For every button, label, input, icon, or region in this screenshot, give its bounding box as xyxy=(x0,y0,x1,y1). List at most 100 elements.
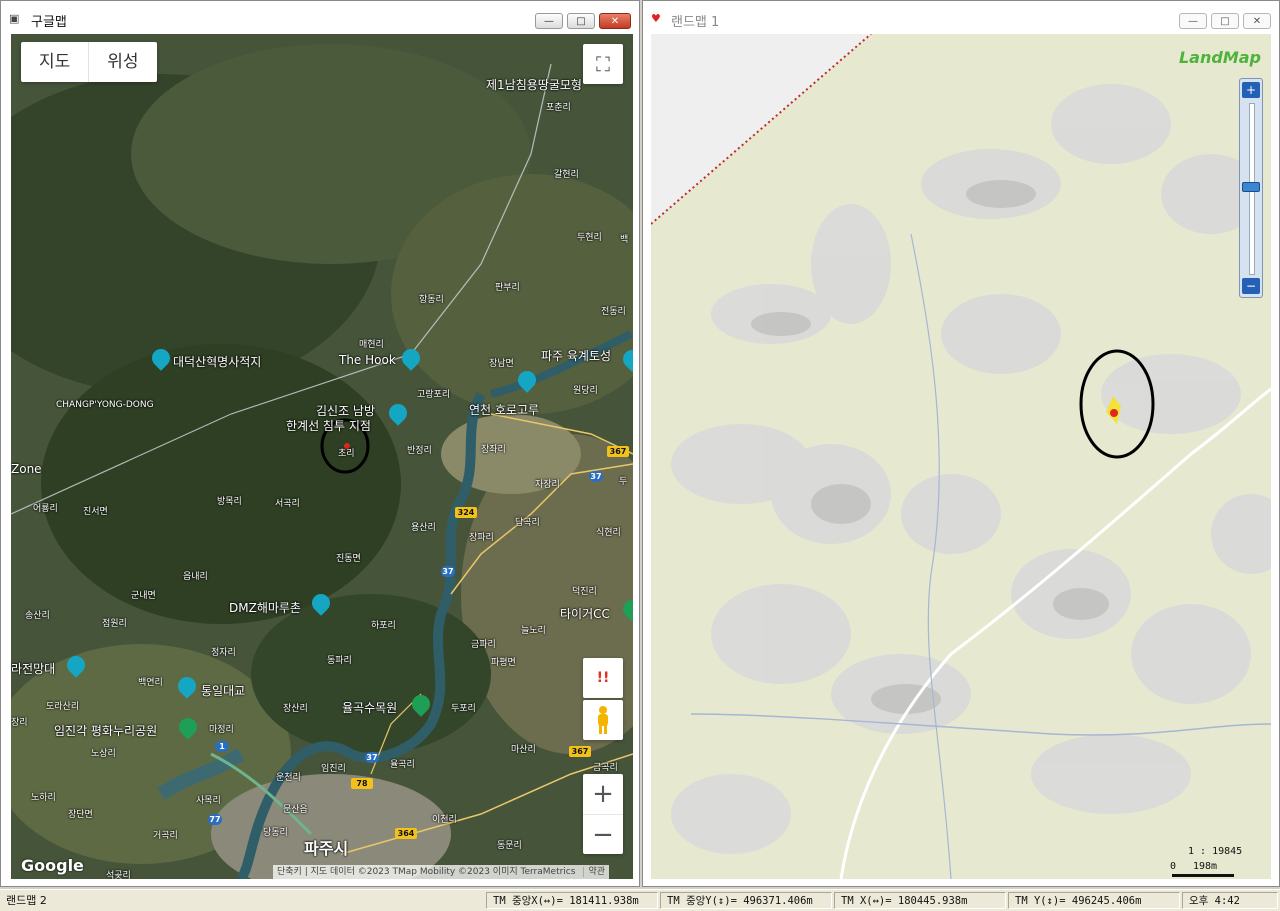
status-label: 랜드맵 2 xyxy=(6,894,47,907)
map-label[interactable]: 항동리 xyxy=(419,292,444,305)
map-label[interactable]: The Hook xyxy=(339,353,396,367)
maximize-button[interactable]: □ xyxy=(567,13,595,29)
maximize-button[interactable]: □ xyxy=(1211,13,1239,29)
zoom-slider[interactable]: + − xyxy=(1239,78,1263,298)
map-label[interactable]: 서곡리 xyxy=(275,496,300,509)
map-label[interactable]: 군내면 xyxy=(131,588,156,601)
map-label[interactable]: 초리 xyxy=(338,446,355,459)
map-label[interactable]: 점원리 xyxy=(102,616,127,629)
map-label[interactable]: 송산리 xyxy=(25,608,50,621)
close-button[interactable]: ✕ xyxy=(599,13,631,29)
zoom-out-button[interactable]: − xyxy=(583,814,623,855)
satellite-button[interactable]: 위성 xyxy=(88,42,156,82)
map-label[interactable]: 연천 호로고루 xyxy=(469,401,539,418)
satellite-map[interactable]: 제1남침용땅굴모형 포춘리 갈현리 두현리 백 판부리 항동리 전동리 매현리 … xyxy=(11,34,633,879)
map-label[interactable]: 동문리 xyxy=(497,838,522,851)
map-label[interactable]: Zone xyxy=(11,462,42,476)
map-label[interactable]: 백연리 xyxy=(138,675,163,688)
map-label[interactable]: 백 xyxy=(620,232,628,245)
map-label[interactable]: 자장리 xyxy=(535,477,560,490)
terrain-map[interactable]: LandMap + − 1 : 19845 0 198m xyxy=(651,34,1271,879)
map-label[interactable]: 갈현리 xyxy=(554,167,579,180)
map-label[interactable]: 율곡리 xyxy=(390,757,415,770)
map-label[interactable]: 식현리 xyxy=(596,525,621,538)
map-label[interactable]: 매현리 xyxy=(359,337,384,350)
map-label[interactable]: 고랑포리 xyxy=(417,387,450,400)
zoom-in-button[interactable]: + xyxy=(1242,82,1260,98)
zoom-out-button[interactable]: − xyxy=(1242,278,1260,294)
map-label[interactable]: 사목리 xyxy=(196,793,221,806)
tm-y: TM Y(↕)= 496245.406m xyxy=(1008,892,1180,909)
map-label[interactable]: 원당리 xyxy=(573,383,598,396)
map-label[interactable]: 덕진리 xyxy=(572,584,597,597)
alert-icon[interactable]: !! xyxy=(583,658,623,698)
map-label[interactable]: 거곡리 xyxy=(153,828,178,841)
zoom-in-button[interactable]: + xyxy=(583,774,623,814)
map-label[interactable]: 읍내리 xyxy=(183,569,208,582)
map-label[interactable]: 판부리 xyxy=(495,280,520,293)
map-label[interactable]: 장단면 xyxy=(68,807,93,820)
map-label[interactable]: 파주시 xyxy=(304,835,348,859)
terms-link[interactable]: 약관 xyxy=(583,867,605,877)
map-label[interactable]: 마산리 xyxy=(511,742,536,755)
window-title: 구글맵 xyxy=(31,15,67,30)
map-label[interactable]: 두포리 xyxy=(451,701,476,714)
map-label[interactable]: 파평면 xyxy=(491,655,516,668)
map-label[interactable]: 통일대교 xyxy=(201,682,245,699)
title-bar[interactable]: ▣ 구글맵 — □ ✕ xyxy=(1,1,639,35)
map-label[interactable]: 라전망대 xyxy=(11,660,55,677)
map-label[interactable]: 동파리 xyxy=(327,653,352,666)
scale-zero: 0 xyxy=(1170,861,1177,872)
zoom-control: + − xyxy=(583,774,623,854)
map-label[interactable]: CHANGP'YONG-DONG xyxy=(56,400,154,410)
map-label[interactable]: 노상리 xyxy=(91,746,116,759)
map-label[interactable]: 반정리 xyxy=(407,443,432,456)
map-label[interactable]: 금파리 xyxy=(471,637,496,650)
map-label[interactable]: 두현리 xyxy=(577,230,602,243)
map-label[interactable]: 율곡수목원 xyxy=(342,699,397,716)
map-label[interactable]: 문산읍 xyxy=(283,802,308,815)
map-label[interactable]: 답곡리 xyxy=(515,515,540,528)
map-button[interactable]: 지도 xyxy=(21,42,88,82)
zoom-thumb[interactable] xyxy=(1242,182,1260,192)
title-bar[interactable]: ♥ 랜드맵 1 — □ ✕ xyxy=(643,1,1279,35)
map-label[interactable]: 늘노리 xyxy=(521,623,546,636)
map-label[interactable]: 노하리 xyxy=(31,790,56,803)
map-label[interactable]: 어룡리 xyxy=(33,501,58,514)
map-label[interactable]: 장산리 xyxy=(283,701,308,714)
map-label[interactable]: 도라산리 xyxy=(46,699,79,712)
map-label[interactable]: 전동리 xyxy=(601,304,626,317)
map-label[interactable]: 정자리 xyxy=(211,645,236,658)
map-label[interactable]: 방목리 xyxy=(217,494,242,507)
minimize-button[interactable]: — xyxy=(1179,13,1207,29)
map-label[interactable]: 장남면 xyxy=(489,356,514,369)
map-label[interactable]: 임진리 xyxy=(321,761,346,774)
fullscreen-icon[interactable]: ⛶ xyxy=(583,44,623,84)
map-label[interactable]: 파주 육계토성 xyxy=(541,347,611,364)
map-label[interactable]: 타이거CC xyxy=(560,605,610,622)
minimize-button[interactable]: — xyxy=(535,13,563,29)
map-label[interactable]: 포춘리 xyxy=(546,100,571,113)
close-button[interactable]: ✕ xyxy=(1243,13,1271,29)
map-label[interactable]: 한계선 침투 지점 xyxy=(286,417,371,434)
pegman-icon[interactable] xyxy=(583,700,623,740)
map-label[interactable]: 장파리 xyxy=(469,530,494,543)
map-label[interactable]: 당동리 xyxy=(263,825,288,838)
map-label[interactable]: 장리 xyxy=(11,715,28,728)
map-label[interactable]: 이천리 xyxy=(432,812,457,825)
map-label[interactable]: 금곡리 xyxy=(593,760,618,773)
map-label[interactable]: 석곶리 xyxy=(106,868,131,879)
map-label[interactable]: 진동면 xyxy=(336,551,361,564)
map-label[interactable]: 제1남침용땅굴모형 xyxy=(486,76,582,93)
map-label[interactable]: 진서면 xyxy=(83,504,108,517)
map-label[interactable]: 마정리 xyxy=(209,722,234,735)
map-label[interactable]: 임진각 평화누리공원 xyxy=(54,722,157,739)
map-label[interactable]: 장좌리 xyxy=(481,442,506,455)
attribution-text[interactable]: 단축키 | 지도 데이터 ©2023 TMap Mobility ©2023 이… xyxy=(277,867,575,877)
map-label[interactable]: 두 xyxy=(619,474,627,487)
map-label[interactable]: 하포리 xyxy=(371,618,396,631)
map-label[interactable]: 용산리 xyxy=(411,520,436,533)
map-label[interactable]: 대덕산혁명사적지 xyxy=(173,353,261,370)
map-label[interactable]: 운천리 xyxy=(276,770,301,783)
map-label[interactable]: DMZ해마루촌 xyxy=(229,599,301,616)
